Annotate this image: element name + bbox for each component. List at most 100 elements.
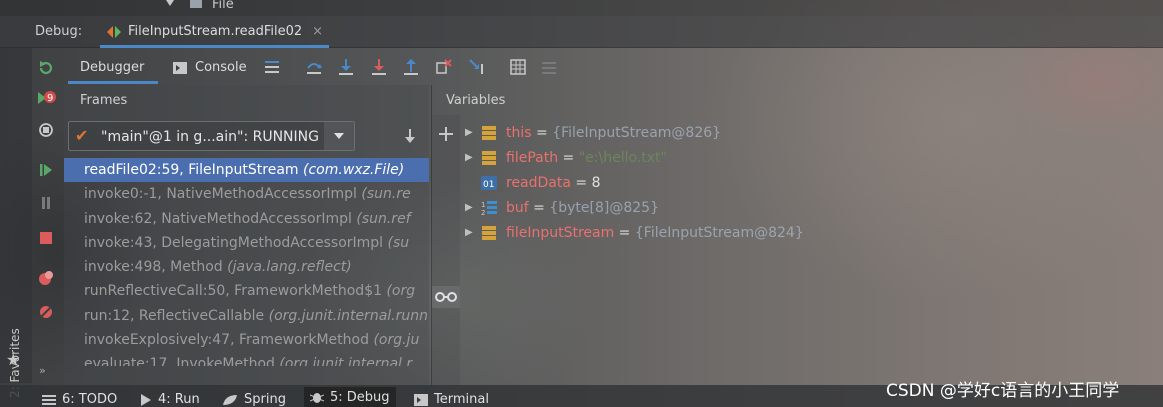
variable-name: buf bbox=[506, 199, 529, 216]
step-into-icon[interactable] bbox=[336, 57, 356, 77]
show-execution-point-icon[interactable] bbox=[262, 57, 282, 77]
variable-value: {FileInputStream@824} bbox=[634, 224, 804, 241]
mute-breakpoints-icon[interactable] bbox=[36, 302, 56, 322]
variables-header: Variables bbox=[446, 93, 506, 108]
frame-row[interactable]: evaluate:17, InvokeMethod (org.junit.int… bbox=[64, 352, 429, 366]
tool-tab-debug[interactable]: 5: Debug bbox=[304, 387, 396, 407]
frame-row[interactable]: runReflectiveCall:50, FrameworkMethod$1 … bbox=[64, 279, 429, 303]
frame-row[interactable]: invoke:498, Method (java.lang.reflect) bbox=[64, 255, 429, 279]
check-icon: ✔ bbox=[75, 126, 89, 145]
frame-package: (org.junit.internal.runn bbox=[268, 307, 428, 324]
frame-package: (su bbox=[387, 234, 410, 251]
folder-icon bbox=[190, 0, 202, 8]
rerun-failed-icon[interactable]: 9 bbox=[36, 88, 56, 108]
object-field-icon bbox=[481, 125, 497, 140]
tab-debugger[interactable]: Debugger bbox=[80, 60, 144, 75]
object-field-icon bbox=[481, 225, 497, 240]
resume-icon[interactable] bbox=[36, 160, 56, 180]
chevron-down-icon[interactable] bbox=[324, 122, 354, 150]
expand-arrow-icon[interactable]: ▶ bbox=[465, 227, 481, 238]
frame-package: (org bbox=[386, 283, 416, 300]
close-icon[interactable]: × bbox=[312, 24, 323, 39]
expand-arrow-icon[interactable]: ▶ bbox=[465, 152, 481, 163]
project-tree-strip: File bbox=[0, 0, 1163, 16]
variable-row[interactable]: ▶ fileInputStream = {FileInputStream@824} bbox=[465, 220, 804, 245]
glasses-icon[interactable] bbox=[432, 286, 460, 308]
variable-equals: = bbox=[614, 224, 635, 241]
frame-package: (com.wxz.File) bbox=[303, 162, 405, 178]
terminal-icon bbox=[414, 393, 428, 406]
debugger-toolbar: Debugger Console bbox=[64, 52, 1163, 84]
variable-row[interactable]: ▶ this = {FileInputStream@826} bbox=[465, 120, 804, 145]
variable-name: filePath bbox=[506, 149, 559, 166]
drop-frame-icon[interactable] bbox=[434, 57, 454, 77]
frame-row[interactable]: run:12, ReflectiveCallable (org.junit.in… bbox=[64, 304, 429, 328]
variable-row[interactable]: ▶ filePath = "e:\hello.txt" bbox=[465, 145, 804, 170]
variable-value: {byte[8]@825} bbox=[549, 199, 659, 216]
variable-row[interactable]: ▶ 1 2 buf = {byte[8]@825} bbox=[465, 195, 804, 220]
console-icon bbox=[170, 58, 190, 78]
pause-icon[interactable] bbox=[36, 193, 56, 213]
bug-icon bbox=[310, 393, 324, 403]
variable-row[interactable]: 01 readData = 8 bbox=[465, 170, 804, 195]
frame-package: (org.junit.internal.r bbox=[279, 356, 413, 367]
star-icon: ★ bbox=[6, 350, 21, 369]
variable-equals: = bbox=[528, 199, 550, 216]
view-breakpoints-icon[interactable] bbox=[36, 268, 56, 288]
tool-tab-run[interactable]: 4: Run bbox=[140, 392, 200, 407]
svg-text:9: 9 bbox=[47, 93, 53, 104]
frame-method: evaluate:17, InvokeMethod bbox=[84, 356, 275, 367]
run-config-icon bbox=[107, 25, 121, 38]
frame-row[interactable]: invoke:62, NativeMethodAccessorImpl (sun… bbox=[64, 207, 429, 231]
debug-session-tab-label: FileInputStream.readFile02 bbox=[128, 24, 303, 39]
tool-tab-terminal[interactable]: Terminal bbox=[414, 392, 489, 407]
step-out-icon[interactable] bbox=[401, 57, 421, 77]
expand-arrow-icon[interactable] bbox=[166, 0, 174, 6]
tool-tab-label: 5: Debug bbox=[330, 389, 390, 405]
tab-console[interactable]: Console bbox=[195, 60, 247, 75]
expand-arrow-icon[interactable]: ▶ bbox=[465, 127, 481, 138]
variable-equals: = bbox=[531, 124, 553, 141]
tool-tab-todo[interactable]: 6: TODO bbox=[42, 392, 117, 407]
variable-equals: = bbox=[570, 174, 592, 191]
stop-icon[interactable] bbox=[36, 228, 56, 248]
frame-method: invoke0:-1, NativeMethodAccessorImpl bbox=[84, 186, 357, 203]
primitive-field-icon: 01 bbox=[481, 175, 497, 190]
evaluate-icon[interactable] bbox=[508, 57, 528, 77]
frame-row[interactable]: invoke0:-1, NativeMethodAccessorImpl (su… bbox=[64, 182, 429, 206]
object-field-icon bbox=[481, 150, 497, 165]
add-watch-icon[interactable] bbox=[436, 124, 456, 144]
variable-name: readData bbox=[506, 174, 571, 191]
tool-tab-spring[interactable]: Spring bbox=[222, 392, 286, 407]
tool-tab-label: 6: TODO bbox=[62, 392, 118, 407]
list-icon bbox=[42, 394, 56, 405]
expand-arrow-icon[interactable]: ▶ bbox=[465, 202, 481, 213]
play-icon bbox=[141, 393, 151, 406]
restore-layout-icon[interactable] bbox=[36, 120, 56, 140]
frame-package: (sun.re bbox=[361, 186, 411, 203]
thread-selector[interactable]: ✔ "main"@1 in g...ain": RUNNING bbox=[68, 121, 355, 151]
force-step-into-icon[interactable] bbox=[369, 57, 389, 77]
variable-value: "e:\hello.txt" bbox=[578, 149, 667, 166]
frames-list: readFile02:59, FileInputStream (com.wxz.… bbox=[64, 158, 429, 366]
frame-package: (java.lang.reflect) bbox=[227, 259, 352, 276]
trace-stream-icon[interactable] bbox=[539, 57, 559, 77]
watermark: CSDN @学好c语言的小王同学 bbox=[886, 381, 1120, 401]
svg-text:1: 1 bbox=[481, 201, 485, 209]
rerun-icon[interactable] bbox=[36, 58, 56, 78]
debug-session-tab[interactable]: FileInputStream.readFile02 × bbox=[100, 18, 330, 48]
frame-method: invoke:498, Method bbox=[84, 259, 223, 276]
svg-text:01: 01 bbox=[483, 180, 494, 190]
tree-item-file[interactable]: File bbox=[212, 0, 234, 12]
export-threads-icon[interactable] bbox=[400, 126, 420, 146]
more-chevron-icon[interactable]: » bbox=[39, 364, 46, 377]
frame-method: runReflectiveCall:50, FrameworkMethod$1 bbox=[84, 283, 383, 300]
run-to-cursor-icon[interactable] bbox=[467, 57, 487, 77]
variable-name: fileInputStream bbox=[506, 224, 615, 241]
frame-row[interactable]: invokeExplosively:47, FrameworkMethod (o… bbox=[64, 328, 429, 352]
frame-row[interactable]: invoke:43, DelegatingMethodAccessorImpl … bbox=[64, 231, 429, 255]
frame-method: invoke:43, DelegatingMethodAccessorImpl bbox=[84, 234, 384, 251]
frame-method: readFile02:59, FileInputStream bbox=[84, 162, 299, 178]
step-over-icon[interactable] bbox=[304, 57, 324, 77]
frame-row[interactable]: readFile02:59, FileInputStream (com.wxz.… bbox=[64, 158, 429, 183]
